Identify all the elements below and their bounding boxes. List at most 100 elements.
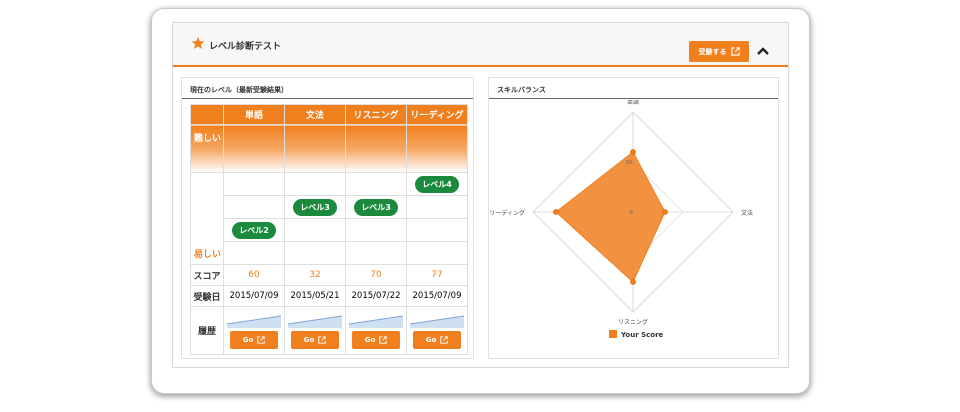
radar-point bbox=[630, 149, 636, 155]
current-level-title: 現在のレベル（最新受験結果） bbox=[182, 78, 473, 99]
date-value: 2015/05/21 bbox=[284, 285, 346, 307]
easy-label: 易しい bbox=[190, 241, 224, 265]
level-cell: レベル2 bbox=[223, 218, 285, 242]
go-button[interactable]: Go bbox=[291, 331, 339, 349]
column-header: リーディング bbox=[406, 104, 468, 125]
radar-tick-label: 50 bbox=[626, 160, 633, 166]
score-value: 77 bbox=[406, 264, 468, 286]
level-cell bbox=[345, 172, 407, 196]
history-sparkline bbox=[287, 315, 343, 328]
go-label: Go bbox=[303, 336, 315, 344]
level-row-bottom: 易しい bbox=[190, 241, 468, 265]
column-header: 文法 bbox=[284, 104, 346, 125]
level-cell bbox=[345, 218, 407, 242]
score-value: 32 bbox=[284, 264, 346, 286]
level-cell bbox=[345, 241, 407, 265]
level-cell bbox=[406, 241, 468, 265]
external-link-icon bbox=[318, 336, 326, 344]
level-cell bbox=[345, 124, 407, 173]
current-level-section: 現在のレベル（最新受験結果） 単語 文法 リスニング リーディング 難しい レベ… bbox=[181, 77, 474, 359]
level-cell bbox=[284, 218, 346, 242]
level-cell bbox=[284, 172, 346, 196]
level-cell bbox=[406, 124, 468, 173]
history-sparkline bbox=[348, 315, 404, 328]
level-row-top: 難しい bbox=[190, 124, 468, 173]
history-sparkline bbox=[409, 315, 465, 328]
date-value: 2015/07/22 bbox=[345, 285, 407, 307]
history-row: 履歴 Go Go Go Go bbox=[190, 306, 468, 355]
radar-axis-label: リーディング bbox=[489, 209, 525, 217]
radar-point bbox=[630, 279, 636, 285]
level-cell: レベル3 bbox=[345, 195, 407, 219]
panel-title: レベル診断テスト bbox=[209, 42, 282, 52]
level-cell bbox=[223, 124, 285, 173]
level-row: レベル2 bbox=[190, 218, 468, 242]
side-cell bbox=[190, 218, 224, 242]
external-link-icon bbox=[730, 47, 740, 56]
date-label: 受験日 bbox=[190, 285, 224, 307]
score-value: 70 bbox=[345, 264, 407, 286]
go-button[interactable]: Go bbox=[230, 331, 278, 349]
easy-label-text: 易しい bbox=[194, 250, 222, 260]
level-cell: レベル4 bbox=[406, 172, 468, 196]
radar-axis-label: リスニング bbox=[618, 318, 648, 326]
level-badge: レベル3 bbox=[293, 198, 337, 216]
panel-header: レベル診断テスト 受験する bbox=[173, 23, 788, 67]
star-icon bbox=[191, 36, 205, 49]
radar-tick-label: 0 bbox=[629, 210, 633, 216]
column-header: 単語 bbox=[223, 104, 285, 125]
radar-point bbox=[662, 209, 668, 215]
level-cell bbox=[284, 124, 346, 173]
radar-chart: 単語文法リスニング リーディング 0 50 Your Score bbox=[489, 100, 753, 339]
level-cell bbox=[223, 241, 285, 265]
level-badge: レベル4 bbox=[415, 175, 459, 193]
level-table: 単語 文法 リスニング リーディング 難しい レベル4 レベル3 レベル3 レベ… bbox=[190, 104, 468, 355]
level-test-panel: レベル診断テスト 受験する 現在のレベル（最新受験結果） 単語 文法 リスニング… bbox=[172, 22, 789, 368]
table-header-row: 単語 文法 リスニング リーディング bbox=[190, 104, 468, 125]
level-cell bbox=[223, 172, 285, 196]
score-label: スコア bbox=[190, 264, 224, 286]
level-badge: レベル2 bbox=[232, 221, 276, 239]
go-button[interactable]: Go bbox=[413, 331, 461, 349]
corner-cell bbox=[190, 104, 224, 125]
date-row: 受験日 2015/07/09 2015/05/21 2015/07/22 201… bbox=[190, 285, 468, 307]
score-value: 60 bbox=[223, 264, 285, 286]
level-cell: レベル3 bbox=[284, 195, 346, 219]
collapse-chevron-icon[interactable] bbox=[756, 45, 770, 57]
history-cell: Go bbox=[223, 306, 285, 355]
history-cell: Go bbox=[284, 306, 346, 355]
side-cell bbox=[190, 195, 224, 219]
hard-label-text: 難しい bbox=[194, 134, 222, 144]
history-sparkline bbox=[226, 315, 282, 328]
take-test-label: 受験する bbox=[698, 47, 727, 56]
radar-axis-label: 文法 bbox=[741, 209, 753, 217]
legend-swatch bbox=[609, 330, 617, 338]
external-link-icon bbox=[257, 336, 265, 344]
take-test-button[interactable]: 受験する bbox=[689, 41, 749, 62]
level-cell bbox=[406, 218, 468, 242]
level-row: レベル4 bbox=[190, 172, 468, 196]
level-badge: レベル3 bbox=[354, 198, 398, 216]
date-value: 2015/07/09 bbox=[223, 285, 285, 307]
skill-balance-section: スキルバランス 単語 文法 リスニング リーディング 0 50 Your Score bbox=[488, 77, 779, 359]
date-value: 2015/07/09 bbox=[406, 285, 468, 307]
level-cell bbox=[284, 241, 346, 265]
history-cell: Go bbox=[406, 306, 468, 355]
skill-balance-title: スキルバランス bbox=[489, 78, 778, 99]
history-cell: Go bbox=[345, 306, 407, 355]
go-label: Go bbox=[425, 336, 437, 344]
history-label: 履歴 bbox=[190, 306, 224, 355]
external-link-icon bbox=[440, 336, 448, 344]
level-cell bbox=[406, 195, 468, 219]
side-cell bbox=[190, 172, 224, 196]
radar-point bbox=[553, 209, 559, 215]
external-link-icon bbox=[379, 336, 387, 344]
go-button[interactable]: Go bbox=[352, 331, 400, 349]
hard-label: 難しい bbox=[190, 124, 224, 173]
score-row: スコア 60 32 70 77 bbox=[190, 264, 468, 286]
legend-label: Your Score bbox=[620, 331, 664, 339]
column-header: リスニング bbox=[345, 104, 407, 125]
go-label: Go bbox=[242, 336, 254, 344]
radar-series-area bbox=[555, 151, 666, 283]
go-label: Go bbox=[364, 336, 376, 344]
